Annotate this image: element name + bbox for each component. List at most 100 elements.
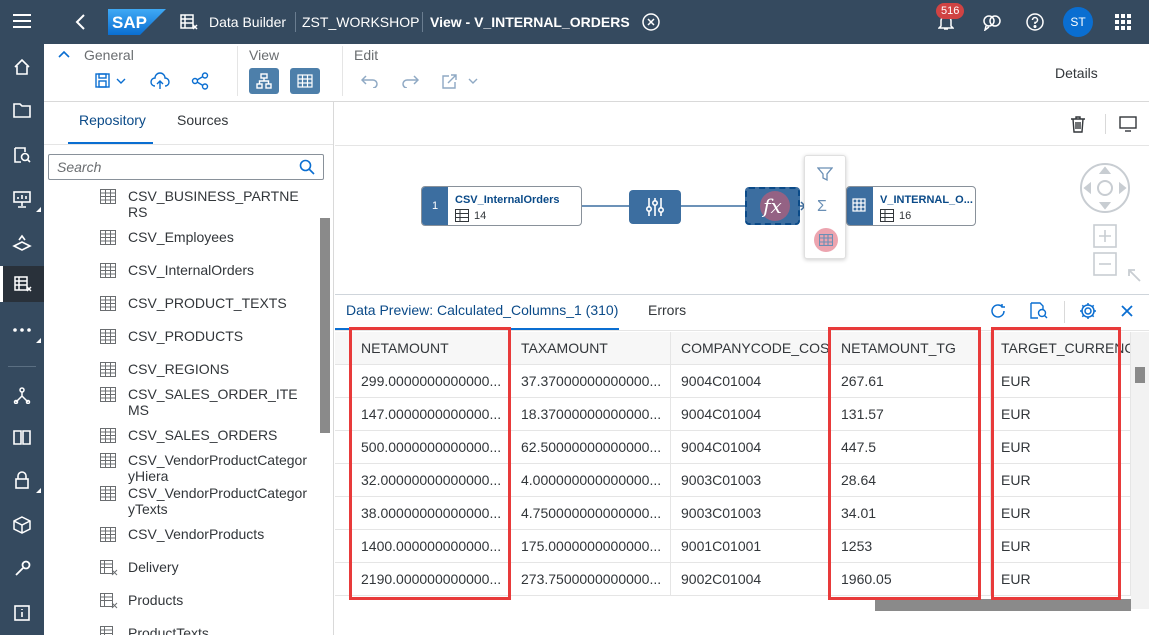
column-header-target-currency[interactable]: TARGET_CURRENCY xyxy=(991,332,1131,365)
fit-screen-icon[interactable] xyxy=(1127,268,1141,282)
horizontal-scrollbar[interactable] xyxy=(875,599,1131,611)
feedback-icon[interactable] xyxy=(982,0,1002,44)
view-group-label: View xyxy=(249,47,280,63)
table-icon xyxy=(100,230,116,245)
column-header-companycode-cos[interactable]: COMPANYCODE_COS xyxy=(671,332,831,365)
data-builder-icon[interactable] xyxy=(0,266,44,302)
data-builder-app-icon xyxy=(180,0,200,44)
table-cell: 1960.05 xyxy=(831,563,991,596)
space-name[interactable]: ZST_WORKSHOP xyxy=(302,0,419,44)
repository-item-label: CSV_InternalOrders xyxy=(128,262,255,278)
target-node-count: 16 xyxy=(899,210,912,222)
diagram-view-toggle[interactable] xyxy=(249,68,279,94)
folder-icon[interactable] xyxy=(0,93,44,126)
repository-item-label: CSV_VendorProductCategoryHiera xyxy=(128,452,307,484)
source-node[interactable]: 1 CSV_InternalOrders 14 xyxy=(421,186,582,226)
redo-icon[interactable] xyxy=(398,68,422,94)
details-button[interactable]: Details xyxy=(1055,65,1098,81)
projection-icon xyxy=(645,198,665,216)
product-switch-icon[interactable] xyxy=(1115,0,1131,44)
collapse-chevron-icon[interactable] xyxy=(58,50,70,58)
book-icon[interactable] xyxy=(0,420,44,453)
view-data-icon[interactable] xyxy=(1030,302,1048,320)
table-cell: 175.0000000000000... xyxy=(511,530,671,563)
tab-sources[interactable]: Sources xyxy=(177,112,228,128)
repository-panel: Repository Sources CSV_BUSINESS_PARTNERS… xyxy=(44,102,334,635)
export-menu-button[interactable] xyxy=(440,68,480,94)
zoom-in-icon[interactable] xyxy=(1093,224,1117,248)
side-navigation xyxy=(0,0,44,635)
repository-item-label: ProductTexts xyxy=(128,625,209,635)
settings-icon[interactable] xyxy=(1079,302,1097,320)
table-cell: 9004C01004 xyxy=(671,398,831,431)
network-icon[interactable] xyxy=(0,378,44,411)
projection-node[interactable] xyxy=(629,190,681,224)
close-icon[interactable] xyxy=(1120,304,1134,318)
tab-data-preview[interactable]: Data Preview: Calculated_Columns_1 (310) xyxy=(346,302,618,318)
left-scrollbar[interactable] xyxy=(320,218,330,433)
table-cell: 267.61 xyxy=(831,365,991,398)
column-header-netamount-tg[interactable]: NETAMOUNT_TG xyxy=(831,332,991,365)
sum-icon[interactable]: Σ xyxy=(817,198,827,216)
app-name[interactable]: Data Builder xyxy=(209,0,286,44)
table-icon xyxy=(100,329,116,344)
table-cell: 9004C01004 xyxy=(671,431,831,464)
table-cell: 32.00000000000000... xyxy=(335,464,511,497)
wrench-icon[interactable] xyxy=(0,552,44,585)
help-icon[interactable] xyxy=(1026,0,1044,44)
repository-item-label: CSV_PRODUCT_TEXTS xyxy=(128,295,287,311)
pan-control-icon[interactable] xyxy=(1079,162,1131,214)
presentation-icon[interactable] xyxy=(0,182,44,215)
edit-group-label: Edit xyxy=(354,47,379,63)
share-icon[interactable] xyxy=(188,68,212,94)
avatar[interactable]: ST xyxy=(1063,7,1093,37)
view-node-head xyxy=(847,187,873,225)
column-header-taxamount[interactable]: TAXAMOUNT xyxy=(511,332,671,365)
search-icon[interactable] xyxy=(299,159,315,175)
table-cell: 9001C01001 xyxy=(671,530,831,563)
calculated-columns-node[interactable]: fx xyxy=(745,187,800,225)
shell-bar: SAP Data Builder ZST_WORKSHOP View - V_I… xyxy=(44,0,1149,44)
view-icon xyxy=(100,593,118,609)
close-view-icon[interactable] xyxy=(642,0,660,44)
data-search-icon[interactable] xyxy=(0,138,44,171)
search-input[interactable] xyxy=(48,154,324,180)
repository-item-label: CSV_PRODUCTS xyxy=(128,328,244,344)
home-icon[interactable] xyxy=(0,50,44,83)
info-icon[interactable] xyxy=(0,596,44,629)
lock-icon[interactable] xyxy=(0,463,44,496)
zoom-out-icon[interactable] xyxy=(1093,252,1117,276)
table-icon xyxy=(100,263,116,278)
deploy-icon[interactable] xyxy=(148,68,172,94)
menu-icon[interactable] xyxy=(0,4,44,37)
filter-icon[interactable] xyxy=(817,166,833,182)
save-menu-button[interactable] xyxy=(92,68,130,94)
table-cell: 38.00000000000000... xyxy=(335,497,511,530)
vertical-scrollbar[interactable] xyxy=(1131,332,1149,609)
repository-item-label: CSV_REGIONS xyxy=(128,361,230,377)
tab-errors[interactable]: Errors xyxy=(648,302,686,318)
geo-icon[interactable] xyxy=(0,226,44,259)
table-cell: EUR xyxy=(991,497,1131,530)
more-icon[interactable] xyxy=(0,313,44,346)
repository-item-label: CSV_SALES_ORDERS xyxy=(128,427,278,443)
table-cell: 4.750000000000000... xyxy=(511,497,671,530)
table-view-toggle[interactable] xyxy=(290,68,320,94)
package-icon[interactable] xyxy=(0,508,44,541)
table-icon xyxy=(880,209,894,222)
repository-item-label: CSV_VendorProductCategoryTexts xyxy=(128,485,307,517)
table-preview-icon[interactable] xyxy=(814,228,838,252)
source-node-index: 1 xyxy=(422,187,448,225)
toolbar: General View Edit Details xyxy=(44,44,1149,102)
source-node-name: CSV_InternalOrders xyxy=(455,194,560,206)
tab-repository[interactable]: Repository xyxy=(79,112,146,128)
table-cell: 9002C01004 xyxy=(671,563,831,596)
table-icon xyxy=(100,362,116,377)
undo-icon[interactable] xyxy=(358,68,382,94)
column-header-netamount[interactable]: NETAMOUNT xyxy=(335,332,511,365)
back-icon[interactable] xyxy=(74,0,86,44)
table-cell: 37.37000000000000... xyxy=(511,365,671,398)
refresh-icon[interactable] xyxy=(990,303,1006,319)
table-cell: EUR xyxy=(991,365,1131,398)
target-node[interactable]: V_INTERNAL_O... 16 xyxy=(846,186,976,226)
